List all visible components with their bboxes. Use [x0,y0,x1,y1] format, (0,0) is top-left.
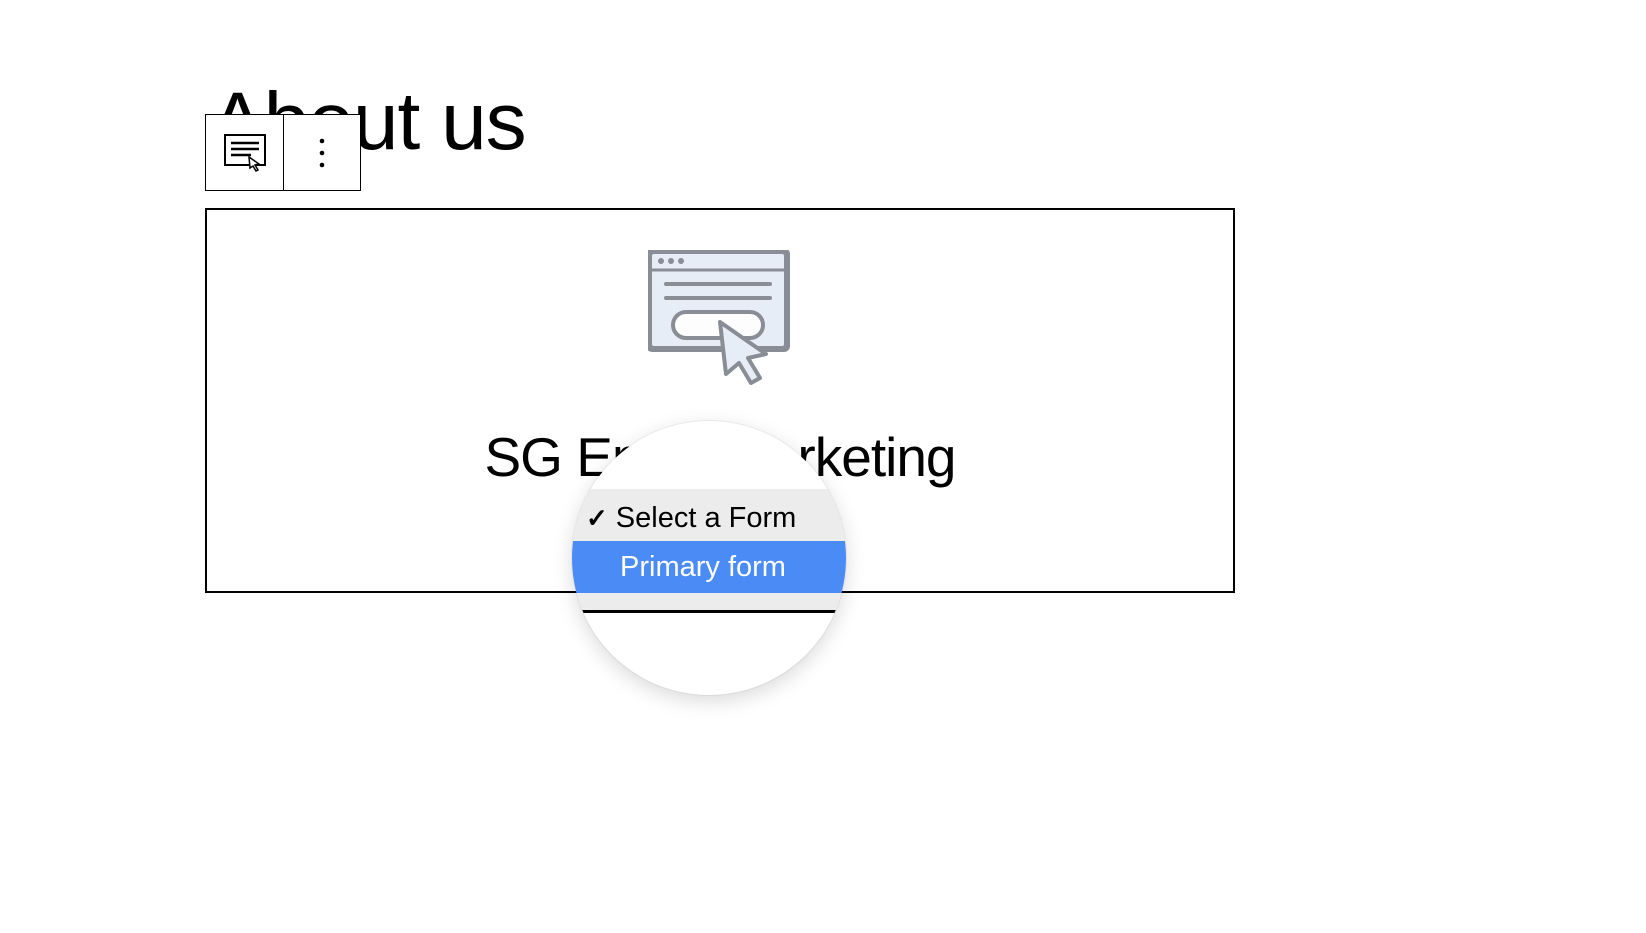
dropdown-option-label: Primary form [620,551,786,584]
dropdown-option-select-a-form[interactable]: ✓ Select a Form [572,496,846,540]
block-toolbar [205,114,361,191]
form-illustration-icon [648,250,793,395]
more-options-button[interactable] [283,115,360,190]
checkmark-icon: ✓ [586,503,608,534]
vertical-dots-icon [319,138,325,168]
dropdown-option-primary-form[interactable]: Primary form [572,541,846,593]
magnifier-zoom-view: ✓ Select a Form Primary form [572,421,846,695]
dropdown-option-label: Select a Form [616,502,797,535]
dropdown-divider [572,610,846,613]
block-type-button[interactable] [206,115,283,190]
form-block-icon [224,134,266,172]
